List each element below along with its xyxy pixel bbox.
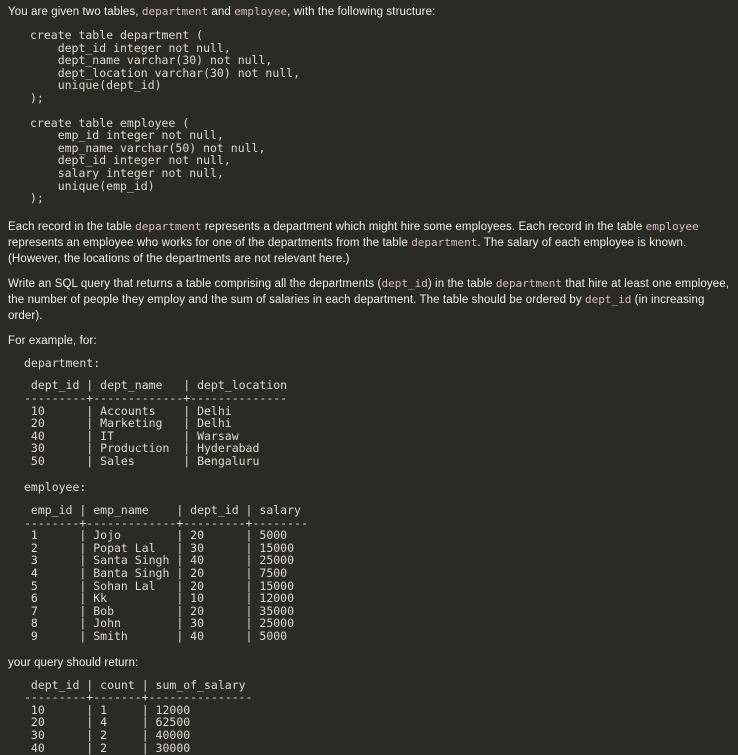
task-text-1: Write an SQL query that returns a table … [8,277,382,290]
table-row: 30 | Production | Hyderabad [24,441,260,456]
result-table-header: dept_id | count | sum_of_salary [24,677,246,692]
intro-text-middle: and [208,6,235,18]
table-row: 9 | Smith | 40 | 5000 [24,629,288,643]
table-row: 1 | Jojo | 20 | 5000 [24,528,288,543]
task-description-page: You are given two tables, department and… [0,0,738,754]
records-code-department-2: department [411,235,478,249]
records-code-employee: employee [645,219,699,233]
records-paragraph: Each record in the table department repr… [8,219,730,267]
department-table-caption: department: [24,355,101,370]
table-row: 20 | Marketing | Delhi [24,416,232,431]
table-row: 30 | 2 | 40000 [24,727,191,742]
employee-table-header: emp_id | emp_name | dept_id | salary [24,503,301,518]
result-table-separator: ---------+-------+--------------- [24,690,253,705]
records-code-department-1: department [135,219,202,233]
table-row: 10 | 1 | 12000 [24,702,191,717]
department-ddl-block: create table department ( dept_id intege… [30,28,301,105]
table-row: 50 | Sales | Bengaluru [24,453,260,468]
employee-table-caption: employee: [24,480,87,495]
intro-code-department: department [141,5,209,18]
records-text-2: represents a department which might hire… [201,220,646,233]
table-row: 40 | 2 | 30000 [24,740,191,755]
return-label: your query should return: [8,656,139,669]
department-table-separator: ---------+-------------+-------------- [24,390,288,405]
example-label: For example, for: [8,334,97,347]
intro-text-before: You are given two tables, [8,6,142,18]
task-code-deptid-2: dept_id [585,292,632,306]
records-text-1: Each record in the table [8,220,136,233]
task-paragraph: Write an SQL query that returns a table … [8,276,730,324]
table-row: 20 | 4 | 62500 [24,715,191,730]
intro-paragraph: You are given two tables, department and… [8,4,730,20]
task-text-2: ) in the table [427,277,496,290]
table-row: 4 | Banta Singh | 20 | 7500 [24,566,288,581]
intro-code-employee: employee [234,5,288,18]
employee-ddl-block: create table employee ( emp_id integer n… [30,115,266,206]
intro-text-after: , with the following structure: [287,6,436,18]
task-code-department: department [495,276,563,290]
records-text-3: represents an employee who works for one… [8,236,412,249]
task-code-deptid-1: dept_id [381,276,428,290]
table-row: 6 | Kk | 10 | 12000 [24,591,295,606]
